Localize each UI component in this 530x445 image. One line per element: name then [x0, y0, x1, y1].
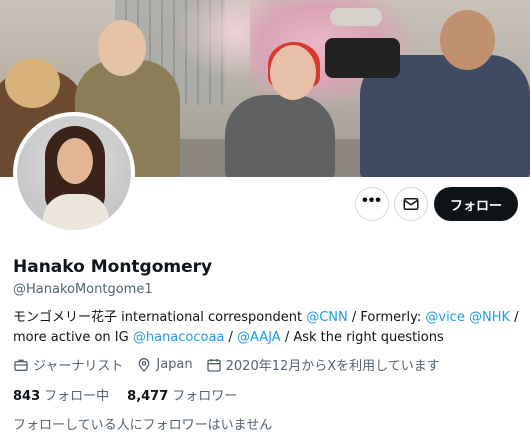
follow-counts: 843 フォロー中 8,477 フォロワー: [13, 385, 255, 404]
more-icon: •••: [362, 192, 382, 209]
meta-profession: ジャーナリスト: [13, 355, 123, 374]
following-count: 843: [13, 389, 41, 404]
profile-handle: @HanakoMontgome1: [13, 282, 153, 297]
avatar-photo: [17, 116, 131, 230]
mention-cnn[interactable]: @CNN: [306, 310, 348, 325]
known-followers-note: フォローしている人にフォロワーはいません: [13, 418, 273, 433]
mention-vice[interactable]: @vice: [425, 310, 464, 325]
following-link[interactable]: 843 フォロー中: [13, 385, 109, 404]
followers-link[interactable]: 8,477 フォロワー: [127, 385, 237, 404]
followers-label: フォロワー: [172, 389, 238, 404]
calendar-icon: [206, 358, 221, 372]
follow-button[interactable]: フォロー: [434, 187, 518, 221]
briefcase-icon: [14, 359, 28, 371]
profile-name: Hanako Montgomery: [13, 257, 213, 277]
meta-location: Japan: [136, 357, 193, 373]
meta-joined: 2020年12月からXを利用しています: [206, 355, 440, 374]
profile-meta: ジャーナリスト Japan 2020年12月からXを利用しています: [13, 355, 453, 374]
location-icon: [139, 357, 150, 372]
mention-hanacocoaa[interactable]: @hanacocoaa: [133, 330, 225, 345]
profile-bio: モンゴメリー花子 international correspondent @CN…: [13, 310, 519, 345]
more-button[interactable]: •••: [355, 187, 389, 221]
followers-count: 8,477: [127, 389, 169, 404]
message-button[interactable]: [394, 187, 428, 221]
avatar[interactable]: [13, 112, 135, 234]
mention-nhk[interactable]: @NHK: [469, 310, 510, 325]
following-label: フォロー中: [44, 389, 110, 404]
mail-icon: [403, 198, 419, 210]
mention-aaja[interactable]: @AAJA: [237, 330, 281, 345]
